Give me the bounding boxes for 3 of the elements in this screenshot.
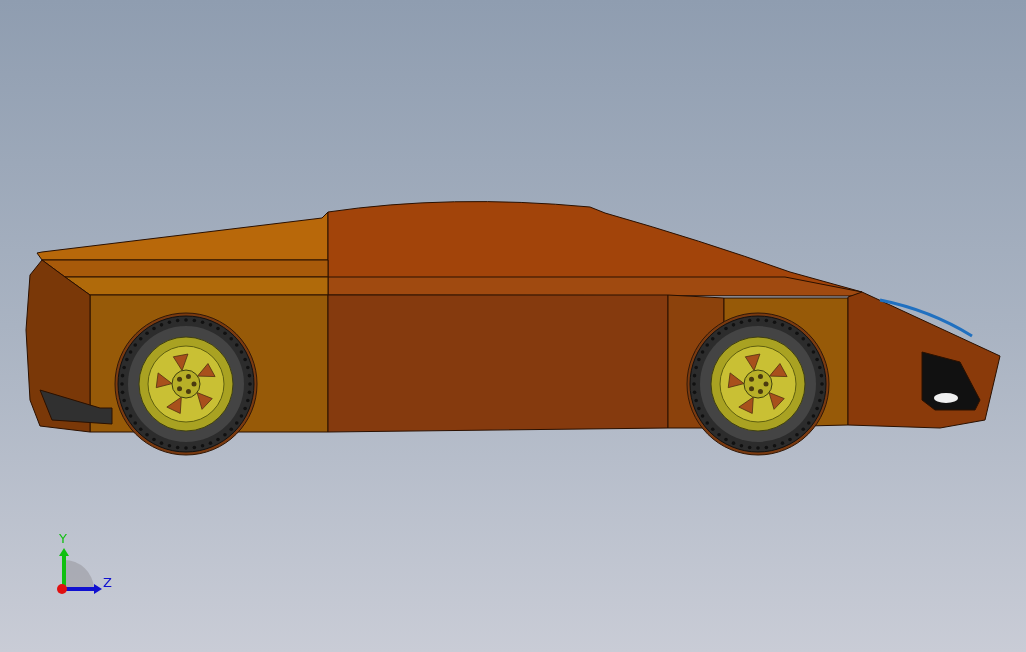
y-axis-label: Y (59, 532, 67, 546)
z-axis-label: Z (103, 576, 112, 590)
origin-icon (57, 584, 67, 594)
